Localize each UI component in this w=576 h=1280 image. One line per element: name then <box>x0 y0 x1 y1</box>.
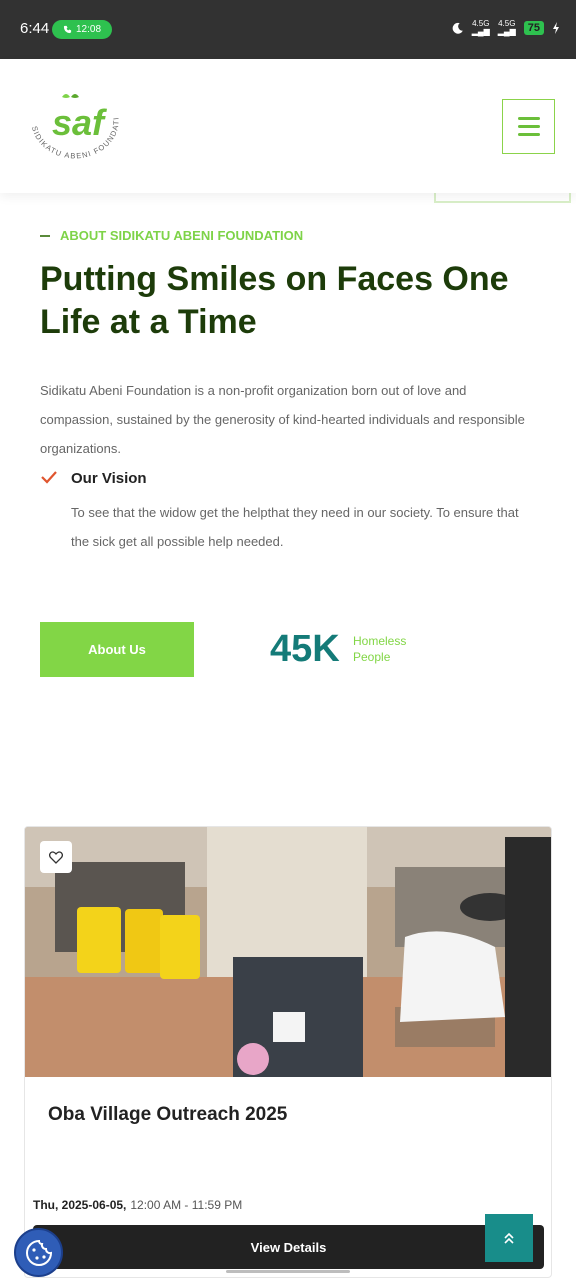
dropdown-ghost-border <box>434 193 571 203</box>
double-chevron-up-icon <box>504 1232 514 1244</box>
home-indicator[interactable] <box>226 1270 350 1273</box>
phone-icon <box>63 25 72 34</box>
stat-label: Homeless People <box>353 634 407 664</box>
call-indicator[interactable]: 12:08 <box>52 20 112 39</box>
back-to-top-button[interactable] <box>485 1214 533 1262</box>
foundation-logo[interactable]: SIDIKATU ABENI FOUNDATION saf <box>22 87 126 167</box>
event-date: Thu, 2025-06-05, 12:00 AM - 11:59 PM <box>33 1198 243 1212</box>
stat-value: 45K <box>270 628 340 670</box>
moon-icon <box>452 22 463 34</box>
section-description: Sidikatu Abeni Foundation is a non-profi… <box>40 383 525 456</box>
charging-icon <box>553 22 559 34</box>
vision-title: Our Vision <box>71 470 147 487</box>
event-title[interactable]: Oba Village Outreach 2025 <box>48 1104 287 1126</box>
heart-icon <box>49 850 63 864</box>
check-icon <box>41 471 57 484</box>
battery-level: 75 <box>523 21 544 35</box>
vision-text: To see that the widow get the helpthat t… <box>71 505 519 549</box>
hamburger-icon <box>517 117 540 120</box>
favorite-button[interactable] <box>40 841 72 873</box>
svg-text:saf: saf <box>52 102 107 143</box>
section-title: Putting Smiles on Faces One Life at a Ti… <box>40 260 509 341</box>
site-header: SIDIKATU ABENI FOUNDATION saf <box>0 59 576 193</box>
about-us-button[interactable]: About Us <box>40 622 194 677</box>
network-indicator-1: 4.5G ▂▄▆ <box>471 19 490 36</box>
view-details-button[interactable]: View Details <box>33 1225 544 1269</box>
status-bar: 6:44 12:08 4.5G ▂▄▆ 4.5G ▂▄▆ 75 <box>0 0 576 59</box>
event-card[interactable]: Oba Village Outreach 2025 Thu, 2025-06-0… <box>24 826 552 1278</box>
menu-button[interactable] <box>502 99 555 154</box>
eyebrow-dash <box>40 234 50 237</box>
eyebrow-text: ABOUT SIDIKATU ABENI FOUNDATION <box>60 228 304 243</box>
network-indicator-2: 4.5G ▂▄▆ <box>497 19 516 36</box>
status-time: 6:44 <box>20 20 50 37</box>
event-photo <box>25 827 551 1077</box>
section-eyebrow: ABOUT SIDIKATU ABENI FOUNDATION <box>40 228 303 243</box>
cookie-settings-button[interactable] <box>14 1228 63 1277</box>
cookie-icon <box>25 1239 52 1266</box>
call-duration: 12:08 <box>75 24 102 35</box>
